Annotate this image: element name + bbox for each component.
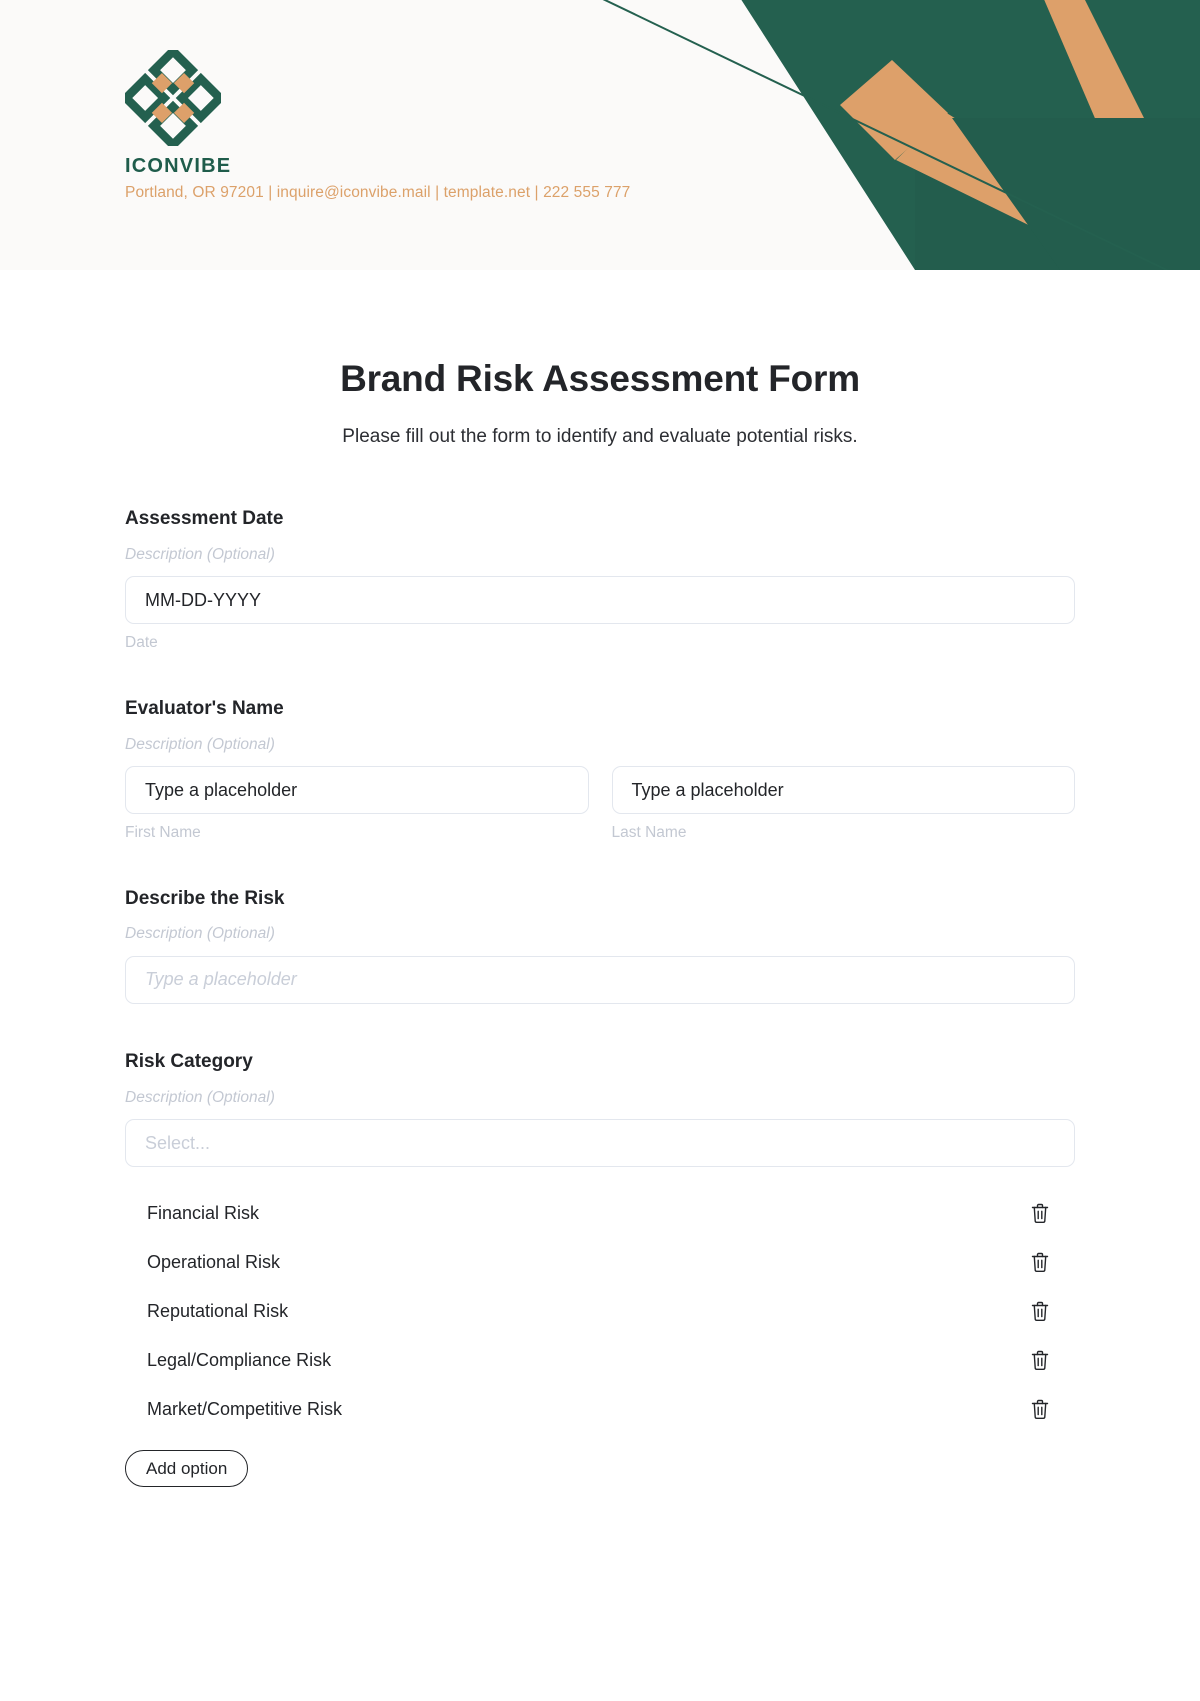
option-label: Legal/Compliance Risk [147,1350,332,1371]
option-label: Market/Competitive Risk [147,1399,343,1420]
assessment-date-description: Description (Optional) [125,545,275,563]
option-row: Operational Risk [125,1238,1075,1287]
field-group-risk-category: Risk Category Description (Optional) Sel… [125,1050,1075,1488]
option-row: Market/Competitive Risk [125,1385,1075,1434]
brand-logo-block: ICONVIBE Portland, OR 97201 | inquire@ic… [125,50,630,202]
first-name-value: Type a placeholder [145,779,298,800]
form-sheet: Brand Risk Assessment Form Please fill o… [0,358,1200,1488]
option-row: Legal/Compliance Risk [125,1336,1075,1385]
iconvibe-diamond-logo-icon [125,50,221,146]
describe-risk-description: Description (Optional) [125,925,275,943]
evaluator-name-label: Evaluator's Name [125,697,284,719]
option-row: Reputational Risk [125,1287,1075,1336]
page-subtitle: Please fill out the form to identify and… [342,426,858,447]
risk-category-description: Description (Optional) [125,1088,275,1106]
field-group-evaluator-name: Evaluator's Name Description (Optional) … [125,698,1075,841]
assessment-date-input[interactable]: MM-DD-YYYY [125,576,1075,625]
describe-risk-label: Describe the Risk [125,887,285,909]
trash-icon[interactable] [1027,1201,1053,1227]
last-name-input[interactable]: Type a placeholder [611,766,1075,815]
evaluator-name-row: Type a placeholder First Name Type a pla… [125,752,1075,841]
assessment-date-sub-label: Date [125,634,158,652]
risk-category-placeholder: Select... [145,1132,211,1153]
add-option-button[interactable]: Add option [125,1450,249,1488]
first-name-sub-label: First Name [125,824,201,842]
page-title: Brand Risk Assessment Form [340,358,860,399]
assessment-date-label: Assessment Date [125,508,284,529]
describe-risk-input[interactable]: Type a placeholder [125,955,1075,1004]
option-label: Financial Risk [147,1203,260,1224]
last-name-sub-label: Last Name [611,824,687,842]
trash-icon[interactable] [1027,1348,1053,1374]
last-name-value: Type a placeholder [631,779,784,800]
brand-name: ICONVIBE [125,155,232,177]
field-group-describe-risk: Describe the Risk Description (Optional)… [125,888,1075,1004]
last-name-column: Type a placeholder Last Name [611,752,1075,842]
risk-category-option-list: Financial Risk Operational Risk Reputation… [125,1189,1075,1434]
trash-icon[interactable] [1027,1250,1053,1276]
first-name-input[interactable]: Type a placeholder [125,766,589,815]
describe-risk-placeholder: Type a placeholder [145,969,297,990]
page-header: ICONVIBE Portland, OR 97201 | inquire@ic… [0,0,1200,270]
risk-category-label: Risk Category [125,1050,253,1072]
trash-icon[interactable] [1027,1299,1053,1325]
assessment-date-value: MM-DD-YYYY [145,589,261,610]
risk-category-select[interactable]: Select... [125,1119,1075,1168]
option-label: Operational Risk [147,1252,281,1273]
option-row: Financial Risk [125,1189,1075,1238]
evaluator-name-description: Description (Optional) [125,735,275,753]
field-group-assessment-date: Assessment Date Description (Optional) M… [125,508,1075,651]
trash-icon[interactable] [1027,1397,1053,1423]
header-decorative-graphic [560,0,1200,270]
brand-contact-line: Portland, OR 97201 | inquire@iconvibe.ma… [125,184,631,201]
first-name-column: Type a placeholder First Name [125,752,589,841]
option-label: Reputational Risk [147,1301,289,1322]
